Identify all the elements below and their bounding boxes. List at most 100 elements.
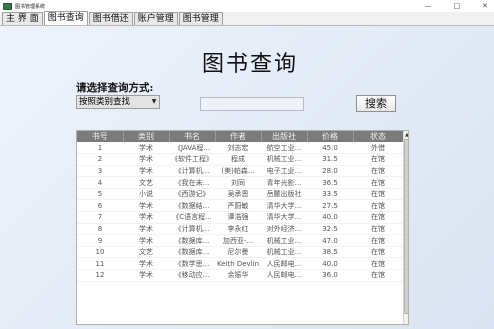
table-cell: 航空工业... bbox=[261, 142, 307, 155]
table-cell: 12 bbox=[77, 269, 123, 282]
table-cell: 5 bbox=[77, 188, 123, 201]
results-table: 书号 类别 书名 作者 出版社 价格 状态 1 学术 《JAVA程... 刘志宏 航空工业... 45… bbox=[77, 131, 404, 282]
table-cell: 学术 bbox=[123, 165, 169, 178]
table-header-row: 书号 类别 书名 作者 出版社 价格 状态 bbox=[77, 131, 404, 142]
table-row[interactable]: 6 学术 《数据结... 严蔚敏 清华大学... 27.5 在馆 bbox=[77, 199, 403, 213]
table-row[interactable]: 10 文艺 《数据库... 尼尔曼 机械工业... 38.5 在馆 bbox=[77, 246, 403, 259]
table-cell: 4 bbox=[77, 176, 123, 189]
table-cell: 学术 bbox=[123, 142, 169, 155]
table-cell: 《西游记》 bbox=[169, 188, 215, 201]
tab-book-management[interactable]: 图书管理 bbox=[178, 12, 223, 25]
table-row[interactable]: 3 学术 《计算机... (美)帕森... 电子工业... 28.0 在馆 bbox=[77, 165, 403, 178]
table-row[interactable]: 12 学术 《移动应... 余振华 人民邮电... 36.0 在馆 bbox=[77, 269, 403, 282]
table-row[interactable]: 9 学术 《数据库... 加西亚-... 机械工业... 47.0 在馆 bbox=[77, 234, 403, 247]
table-cell: 《JAVA程... bbox=[169, 142, 215, 155]
table-row[interactable]: 5 小说 《西游记》 吴承恩 岳麓出版社 33.5 在馆 bbox=[77, 188, 403, 201]
table-row[interactable]: 1 学术 《JAVA程... 刘志宏 航空工业... 45.0 外借 bbox=[77, 142, 403, 155]
table-cell: 9 bbox=[77, 234, 123, 247]
table-row[interactable]: 4 文艺 《我在未... 刘同 青年光影... 36.5 在馆 bbox=[77, 176, 403, 189]
table-cell: 在馆 bbox=[353, 246, 403, 259]
table-cell: 31.5 bbox=[307, 153, 353, 166]
table-cell: 学术 bbox=[123, 211, 169, 224]
table-cell: 在馆 bbox=[353, 188, 403, 201]
table-cell: 机械工业... bbox=[261, 246, 307, 259]
column-header[interactable]: 书名 bbox=[169, 131, 216, 142]
page-title: 图书查询 bbox=[202, 52, 299, 77]
table-cell: Keith Devlin bbox=[215, 257, 261, 271]
table-cell: 在馆 bbox=[353, 176, 403, 189]
scroll-up-icon[interactable]: ▲ bbox=[404, 131, 408, 139]
query-mode-label: 请选择查询方式: bbox=[76, 82, 154, 94]
table-cell: 《移动应... bbox=[169, 269, 215, 282]
close-button[interactable]: ✕ bbox=[482, 0, 488, 12]
scrollbar-thumb[interactable] bbox=[404, 139, 408, 314]
table-cell: 《数据库... bbox=[169, 246, 215, 259]
table-cell: 在馆 bbox=[353, 199, 403, 213]
table-cell: 刘同 bbox=[215, 176, 261, 189]
column-header[interactable]: 出版社 bbox=[261, 131, 308, 142]
table-cell: 40.0 bbox=[307, 211, 353, 224]
table-cell: 在馆 bbox=[353, 223, 403, 236]
table-cell: 学术 bbox=[123, 257, 169, 271]
app-icon bbox=[3, 2, 12, 10]
search-input[interactable] bbox=[200, 97, 304, 111]
table-cell: 谭浩强 bbox=[215, 211, 261, 224]
column-header[interactable]: 状态 bbox=[353, 131, 404, 142]
book-query-panel: 图书查询 请选择查询方式: 按照类别查找 ▼ 搜索 书号 类别 书名 作者 出版社 价格状… bbox=[0, 26, 494, 329]
tab-strip: 主 界 面 图书查询 图书借还 账户管理 图书管理 bbox=[0, 11, 494, 26]
table-cell: 32.5 bbox=[307, 223, 353, 236]
table-cell: 电子工业... bbox=[261, 165, 307, 178]
table-row[interactable]: 11 学术 《数学思... Keith Devlin 人民邮电... 40.0 在馆 bbox=[77, 257, 403, 271]
table-cell: 27.5 bbox=[307, 199, 353, 213]
table-cell: 38.5 bbox=[307, 246, 353, 259]
table-cell: 学术 bbox=[123, 269, 169, 282]
table-cell: 《数据结... bbox=[169, 199, 215, 213]
table-cell: 36.0 bbox=[307, 269, 353, 282]
table-cell: 1 bbox=[77, 142, 123, 155]
table-cell: 机械工业... bbox=[261, 153, 307, 166]
table-cell: (美)帕森... bbox=[215, 165, 261, 178]
tab-book-query[interactable]: 图书查询 bbox=[43, 11, 88, 25]
maximize-button[interactable]: □ bbox=[454, 0, 461, 12]
column-header[interactable]: 书号 bbox=[77, 131, 124, 142]
table-cell: 学术 bbox=[123, 223, 169, 236]
table-cell: 尼尔曼 bbox=[215, 246, 261, 259]
table-cell: 3 bbox=[77, 165, 123, 178]
table-cell: 对外经济... bbox=[261, 223, 307, 236]
table-cell: 在馆 bbox=[353, 269, 403, 282]
tab-account-management[interactable]: 账户管理 bbox=[133, 12, 178, 25]
table-row[interactable]: 8 学术 《计算机... 李永红 对外经济... 32.5 在馆 bbox=[77, 223, 403, 236]
tab-main[interactable]: 主 界 面 bbox=[2, 12, 43, 25]
table-cell: 学术 bbox=[123, 234, 169, 247]
table-cell: 李永红 bbox=[215, 223, 261, 236]
table-row[interactable]: 7 学术 《C语言程... 谭浩强 清华大学... 40.0 在馆 bbox=[77, 211, 403, 224]
table-cell: 学术 bbox=[123, 153, 169, 166]
chevron-down-icon[interactable]: ▼ bbox=[149, 96, 159, 108]
query-mode-select[interactable]: 按照类别查找 ▼ bbox=[76, 95, 160, 109]
table-row[interactable]: 2 学术 《软件工程》 程成 机械工业... 31.5 在馆 bbox=[77, 153, 403, 166]
table-cell: 清华大学... bbox=[261, 211, 307, 224]
window-title: 图书管理系统 bbox=[15, 3, 46, 10]
minimize-button[interactable]: — bbox=[425, 0, 432, 12]
results-table-container: 书号 类别 书名 作者 出版社 价格 状态 1 学术 《JAVA程... 刘志宏 航空工业... 45… bbox=[76, 130, 409, 325]
table-scrollbar[interactable]: ▲ bbox=[403, 131, 408, 324]
column-header[interactable]: 类别 bbox=[123, 131, 170, 142]
table-cell: 文艺 bbox=[123, 176, 169, 189]
table-cell: 吴承恩 bbox=[215, 188, 261, 201]
table-cell: 6 bbox=[77, 199, 123, 213]
table-cell: 人民邮电... bbox=[261, 257, 307, 271]
table-cell: 28.0 bbox=[307, 165, 353, 178]
column-header[interactable]: 价格 bbox=[307, 131, 354, 142]
table-cell: 《数学思... bbox=[169, 257, 215, 271]
table-cell: 青年光影... bbox=[261, 176, 307, 189]
table-cell: 人民邮电... bbox=[261, 269, 307, 282]
table-cell: 47.0 bbox=[307, 234, 353, 247]
table-cell: 45.0 bbox=[307, 142, 353, 155]
table-cell: 8 bbox=[77, 223, 123, 236]
table-cell: 《软件工程》 bbox=[169, 153, 215, 166]
table-cell: 在馆 bbox=[353, 234, 403, 247]
tab-borrow-return[interactable]: 图书借还 bbox=[88, 12, 133, 25]
table-cell: 2 bbox=[77, 153, 123, 166]
search-button[interactable]: 搜索 bbox=[356, 95, 396, 112]
column-header[interactable]: 作者 bbox=[215, 131, 262, 142]
